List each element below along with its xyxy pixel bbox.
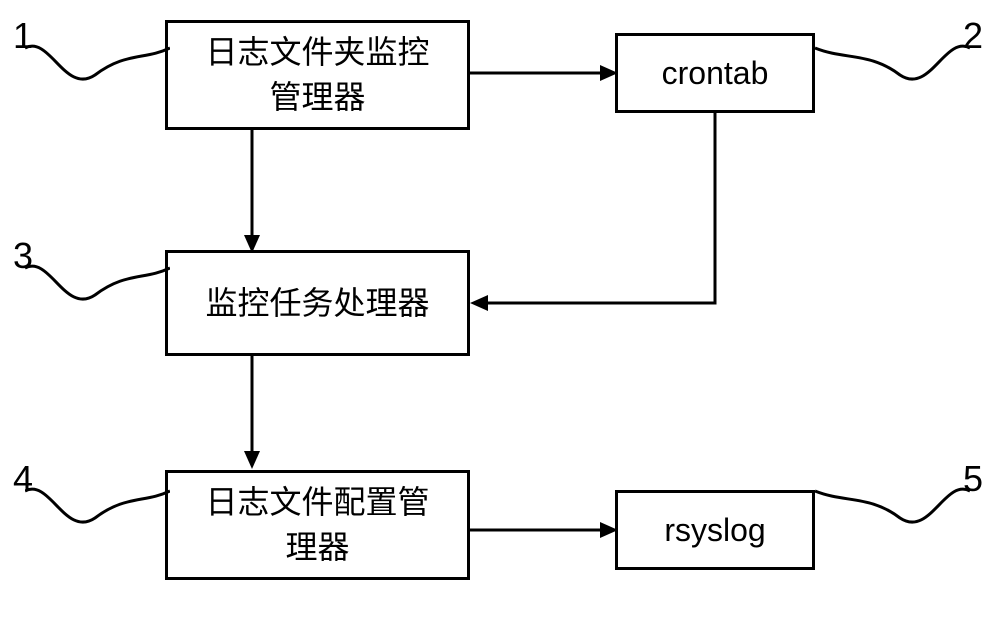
box4-label: 日志文件配置管理器 (205, 480, 429, 570)
arrow-4-to-5 (470, 515, 630, 545)
box3-label: 监控任务处理器 (205, 281, 429, 326)
box-rsyslog: rsyslog (615, 490, 815, 570)
arrow-2-to-3 (465, 113, 765, 333)
box5-label: rsyslog (664, 508, 765, 553)
arrow-3-to-4 (237, 356, 267, 486)
squiggle-4 (25, 483, 170, 538)
box-crontab: crontab (615, 33, 815, 113)
squiggle-3 (25, 260, 170, 315)
box-monitor-task-processor: 监控任务处理器 (165, 250, 470, 356)
arrow-1-to-2 (470, 58, 630, 88)
squiggle-5 (815, 483, 970, 538)
squiggle-2 (815, 40, 970, 95)
diagram-canvas: 日志文件夹监控管理器 crontab 监控任务处理器 日志文件配置管理器 rsy… (0, 0, 1000, 624)
box1-label: 日志文件夹监控管理器 (205, 30, 429, 120)
squiggle-1 (25, 40, 170, 95)
box-log-folder-monitor-manager: 日志文件夹监控管理器 (165, 20, 470, 130)
box2-label: crontab (662, 51, 769, 96)
box-log-file-config-manager: 日志文件配置管理器 (165, 470, 470, 580)
arrow-1-to-3 (237, 130, 267, 265)
